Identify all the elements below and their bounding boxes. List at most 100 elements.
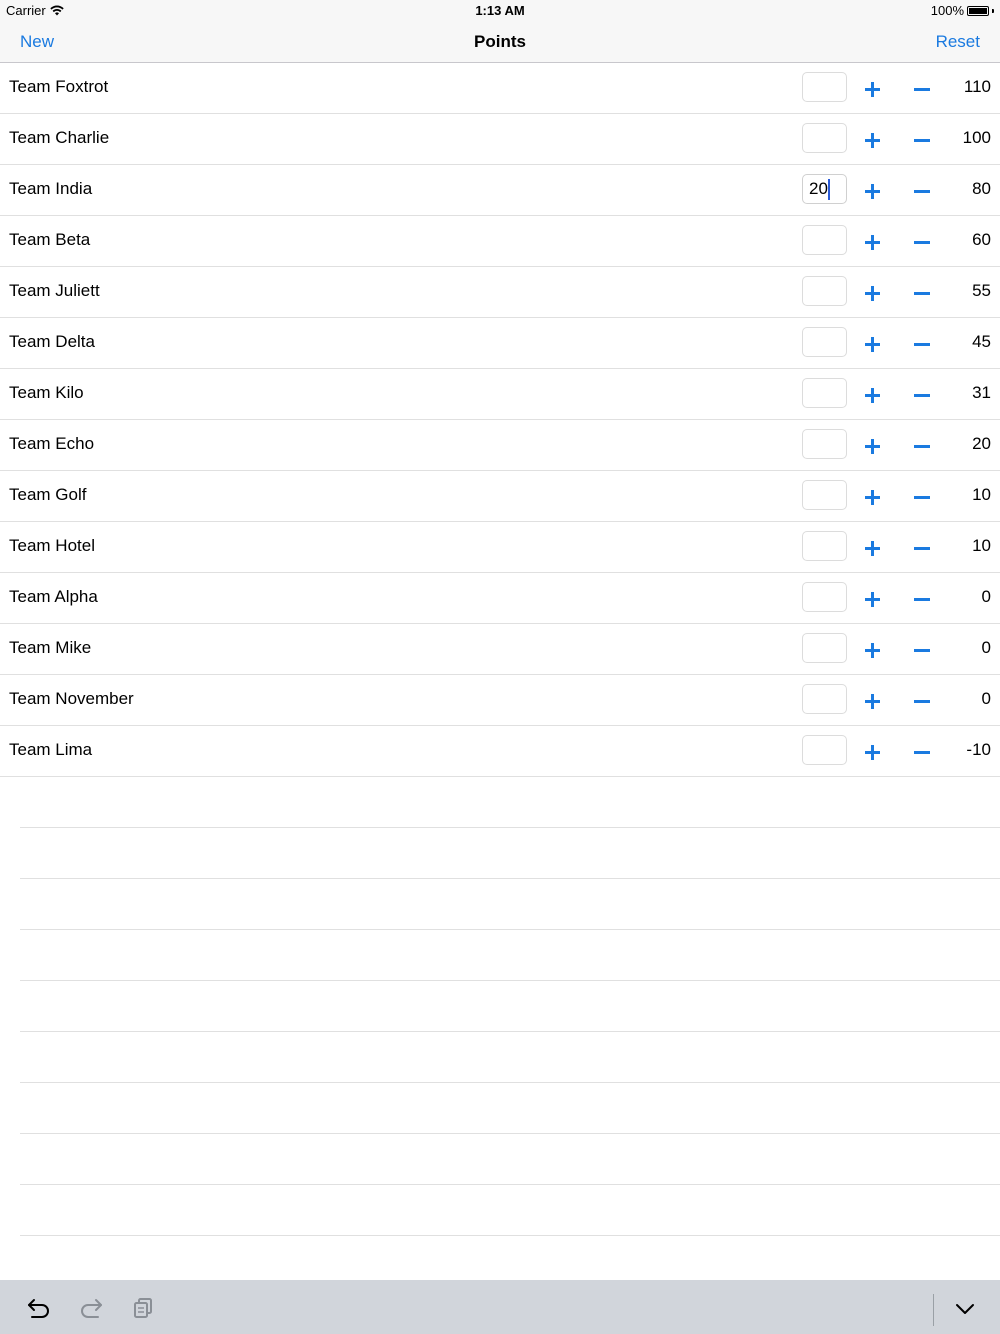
- team-score: 100: [962, 128, 991, 147]
- subtract-points-button[interactable]: [910, 230, 934, 254]
- team-score: 10: [972, 536, 991, 555]
- points-input[interactable]: [802, 531, 847, 561]
- table-row: Team Charlie 100: [0, 114, 1000, 165]
- table-row: Team Lima -10: [0, 726, 1000, 777]
- add-points-button[interactable]: [860, 128, 884, 152]
- subtract-points-button[interactable]: [910, 689, 934, 713]
- subtract-points-button[interactable]: [910, 281, 934, 305]
- team-score: 110: [963, 77, 991, 96]
- points-input[interactable]: [802, 429, 847, 459]
- text-caret: [828, 179, 830, 200]
- points-input[interactable]: [802, 72, 847, 102]
- add-points-button[interactable]: [860, 587, 884, 611]
- team-name: Team Lima: [9, 740, 93, 759]
- subtract-points-button[interactable]: [910, 179, 934, 203]
- status-bar: Carrier 1:13 AM 100%: [0, 0, 1000, 22]
- team-name: Team India: [9, 179, 93, 198]
- points-input[interactable]: [802, 327, 847, 357]
- add-points-button[interactable]: [860, 689, 884, 713]
- points-input[interactable]: [802, 633, 847, 663]
- subtract-points-button[interactable]: [910, 434, 934, 458]
- table-row: Team Echo 20: [0, 420, 1000, 471]
- subtract-points-button[interactable]: [910, 383, 934, 407]
- points-input[interactable]: [802, 225, 847, 255]
- redo-icon[interactable]: [78, 1296, 104, 1320]
- add-points-button[interactable]: [860, 179, 884, 203]
- empty-row: [20, 828, 1000, 879]
- team-name: Team Kilo: [9, 383, 84, 402]
- add-points-button[interactable]: [860, 536, 884, 560]
- team-name: Team Juliett: [9, 281, 100, 300]
- table-row: Team Kilo 31: [0, 369, 1000, 420]
- team-score: 80: [972, 179, 991, 198]
- table-row: Team Alpha 0: [0, 573, 1000, 624]
- points-input[interactable]: [802, 276, 847, 306]
- page-title: Points: [474, 32, 526, 51]
- add-points-button[interactable]: [860, 638, 884, 662]
- subtract-points-button[interactable]: [910, 485, 934, 509]
- battery-percent: 100%: [930, 3, 964, 18]
- subtract-points-button[interactable]: [910, 128, 934, 152]
- empty-row: [20, 1083, 1000, 1134]
- subtract-points-button[interactable]: [910, 638, 934, 662]
- battery-tip: [992, 8, 994, 13]
- dismiss-keyboard-icon[interactable]: [952, 1296, 978, 1320]
- points-input[interactable]: [802, 378, 847, 408]
- subtract-points-button[interactable]: [910, 587, 934, 611]
- team-name: Team Hotel: [9, 536, 95, 555]
- subtract-points-button[interactable]: [910, 332, 934, 356]
- table-row: Team Hotel 10: [0, 522, 1000, 573]
- subtract-points-button[interactable]: [910, 740, 934, 764]
- toolbar-divider: [933, 1294, 934, 1326]
- empty-row: [20, 930, 1000, 981]
- empty-row: [20, 1185, 1000, 1236]
- team-name: Team Beta: [9, 230, 91, 249]
- points-input[interactable]: [802, 480, 847, 510]
- team-score: 20: [972, 434, 991, 453]
- team-score: 45: [972, 332, 991, 351]
- team-score: 10: [972, 485, 991, 504]
- table-row: Team Foxtrot 110: [0, 63, 1000, 114]
- points-input[interactable]: [802, 684, 847, 714]
- status-time: 1:13 AM: [475, 3, 525, 18]
- team-score: -10: [966, 740, 991, 759]
- empty-row: [20, 777, 1000, 828]
- subtract-points-button[interactable]: [910, 536, 934, 560]
- points-input[interactable]: [802, 582, 847, 612]
- subtract-points-button[interactable]: [910, 77, 934, 101]
- team-score: 0: [981, 689, 991, 708]
- add-points-button[interactable]: [860, 740, 884, 764]
- undo-icon[interactable]: [26, 1296, 52, 1320]
- team-score: 0: [981, 638, 991, 657]
- reset-button[interactable]: Reset: [936, 32, 980, 52]
- add-points-button[interactable]: [860, 281, 884, 305]
- add-points-button[interactable]: [860, 434, 884, 458]
- add-points-button[interactable]: [860, 485, 884, 509]
- empty-row: [20, 1134, 1000, 1185]
- add-points-button[interactable]: [860, 77, 884, 101]
- team-score: 55: [972, 281, 991, 300]
- table-row: Team Golf 10: [0, 471, 1000, 522]
- points-input[interactable]: [802, 735, 847, 765]
- paste-icon[interactable]: [132, 1296, 158, 1320]
- table-row: Team Juliett 55: [0, 267, 1000, 318]
- navigation-bar: New Points Reset: [0, 22, 1000, 63]
- add-points-button[interactable]: [860, 230, 884, 254]
- empty-row: [20, 879, 1000, 930]
- battery-icon: [967, 5, 989, 16]
- team-name: Team Foxtrot: [9, 77, 109, 96]
- points-input[interactable]: [802, 174, 847, 204]
- add-points-button[interactable]: [860, 383, 884, 407]
- table-row: Team November 0: [0, 675, 1000, 726]
- table-row: Team India 80: [0, 165, 1000, 216]
- points-input[interactable]: [802, 123, 847, 153]
- team-name: Team Mike: [9, 638, 92, 657]
- team-name: Team Charlie: [9, 128, 110, 147]
- keyboard-toolbar: [0, 1280, 1000, 1334]
- empty-row: [20, 981, 1000, 1032]
- team-list: Team Foxtrot 110 Team Charlie 100 Team I…: [0, 63, 1000, 1236]
- table-row: Team Beta 60: [0, 216, 1000, 267]
- team-name: Team Alpha: [9, 587, 98, 606]
- add-points-button[interactable]: [860, 332, 884, 356]
- team-name: Team Echo: [9, 434, 95, 453]
